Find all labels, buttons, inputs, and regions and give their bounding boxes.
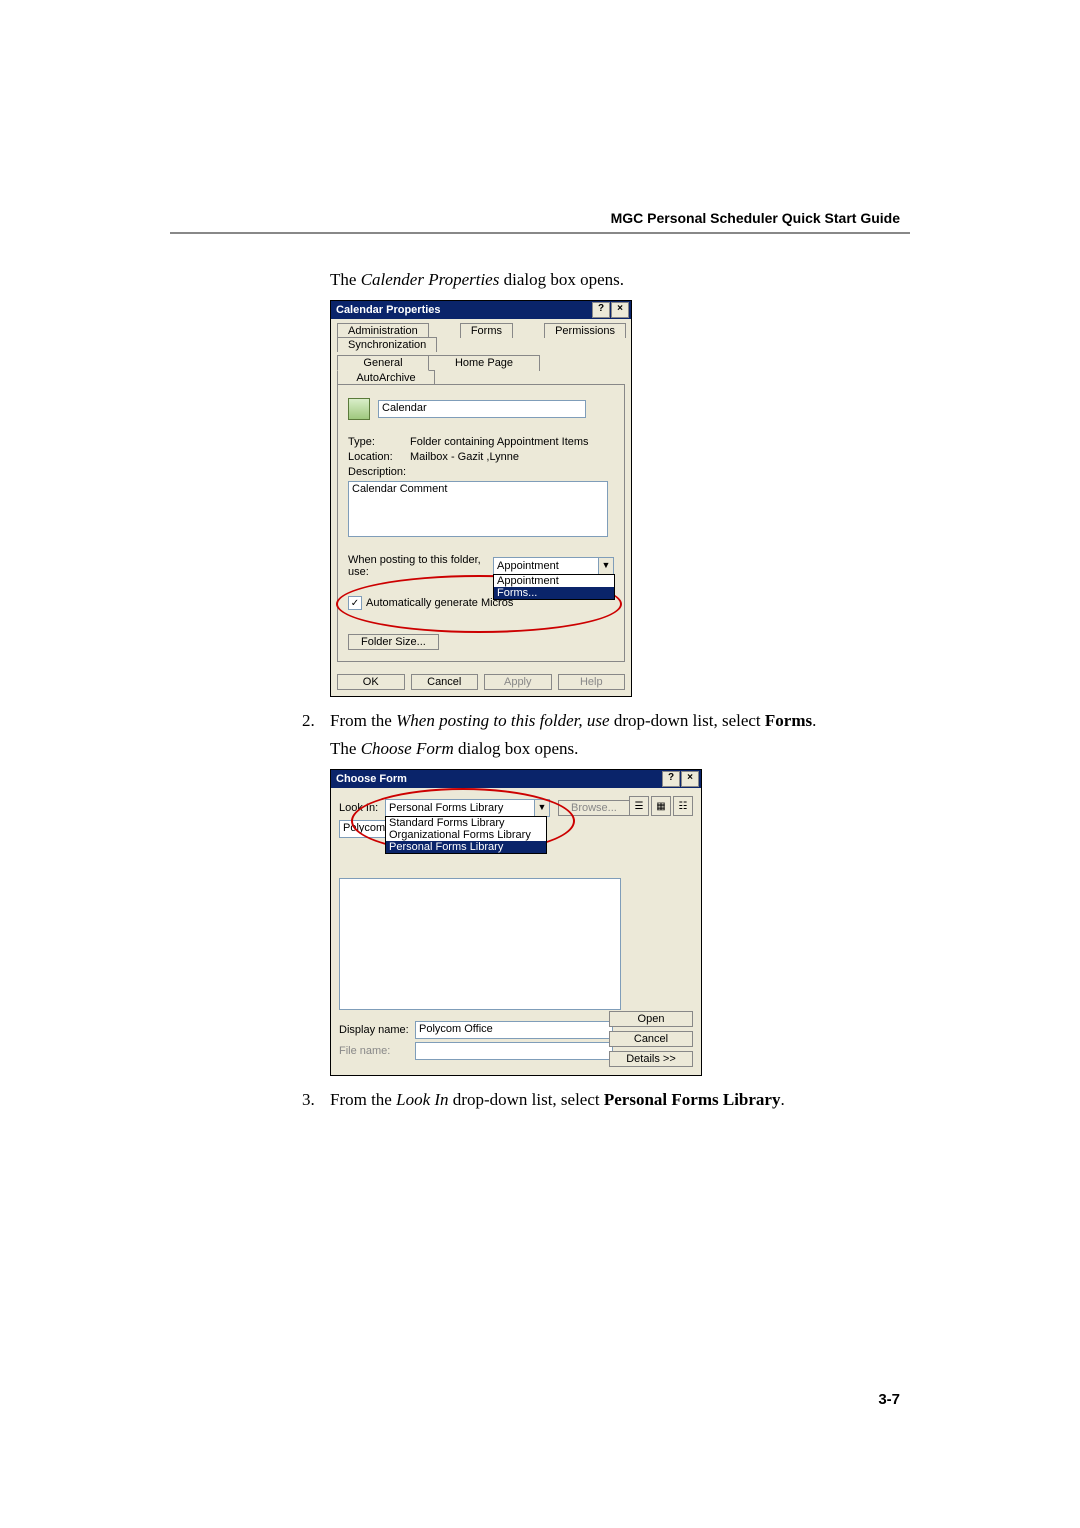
- dialog-titlebar: Calendar Properties ? ×: [331, 301, 631, 319]
- text-bold: Forms: [765, 711, 812, 730]
- location-value: Mailbox - Gazit ,Lynne: [410, 451, 519, 463]
- folder-size-button[interactable]: Folder Size...: [348, 634, 439, 650]
- file-name-input[interactable]: [415, 1042, 613, 1060]
- file-name-label: File name:: [339, 1045, 415, 1057]
- location-label: Location:: [348, 451, 410, 463]
- text-italic: Calender Properties: [361, 270, 500, 289]
- text-italic: Choose Form: [361, 739, 454, 758]
- help-icon[interactable]: ?: [662, 771, 680, 787]
- ok-button[interactable]: OK: [337, 674, 405, 690]
- header-divider: [170, 232, 910, 234]
- step-number: 3.: [302, 1090, 330, 1110]
- tab-administration[interactable]: Administration: [337, 323, 429, 338]
- lookin-label: Look In:: [339, 802, 385, 814]
- close-icon[interactable]: ×: [681, 771, 699, 787]
- text: dialog box opens.: [454, 739, 579, 758]
- text: The: [330, 739, 361, 758]
- tab-synchronization[interactable]: Synchronization: [337, 337, 437, 352]
- doc-header: MGC Personal Scheduler Quick Start Guide: [611, 210, 900, 226]
- cancel-button[interactable]: Cancel: [609, 1031, 693, 1047]
- text: drop-down list, select: [610, 711, 765, 730]
- dialog-button-row: OK Cancel Apply Help: [331, 668, 631, 696]
- display-name-input[interactable]: Polycom Office: [415, 1021, 613, 1039]
- close-icon[interactable]: ×: [611, 302, 629, 318]
- folder-name-input[interactable]: Calendar: [378, 400, 586, 418]
- text-italic: Look In: [396, 1090, 448, 1109]
- lookin-option-standard[interactable]: Standard Forms Library: [386, 817, 546, 829]
- calendar-properties-dialog: Calendar Properties ? × Administration F…: [330, 300, 632, 697]
- posting-option-forms[interactable]: Forms...: [494, 587, 614, 599]
- calendar-icon: [348, 398, 370, 420]
- text: From the: [330, 711, 396, 730]
- type-label: Type:: [348, 436, 410, 448]
- page-number: 3-7: [878, 1391, 900, 1408]
- dialog-title: Calendar Properties: [336, 304, 441, 316]
- description-label: Description:: [348, 466, 410, 478]
- tab-permissions[interactable]: Permissions: [544, 323, 626, 338]
- type-value: Folder containing Appointment Items: [410, 436, 589, 448]
- description-textarea[interactable]: Calendar Comment: [348, 481, 608, 537]
- choose-form-dialog: Choose Form ? × ☰ ▦ ☷ Look In: Personal …: [330, 769, 702, 1076]
- step-number: 2.: [302, 711, 330, 731]
- intro-line-1: The Calender Properties dialog box opens…: [330, 270, 890, 290]
- browse-button[interactable]: Browse...: [558, 800, 630, 816]
- tab-autoarchive[interactable]: AutoArchive: [337, 370, 435, 385]
- chevron-down-icon[interactable]: ▼: [598, 558, 613, 574]
- help-icon[interactable]: ?: [592, 302, 610, 318]
- text-italic: When posting to this folder, use: [396, 711, 609, 730]
- cancel-button[interactable]: Cancel: [411, 674, 479, 690]
- text: .: [812, 711, 816, 730]
- text: drop-down list, select: [449, 1090, 604, 1109]
- intro-line-2: The Choose Form dialog box opens.: [330, 739, 890, 759]
- posting-dropdown[interactable]: Appointment Forms...: [493, 574, 615, 600]
- tab-body-general: Calendar Type: Folder containing Appoint…: [337, 384, 625, 662]
- dialog-titlebar: Choose Form ? ×: [331, 770, 701, 788]
- text: From the: [330, 1090, 396, 1109]
- text: dialog box opens.: [499, 270, 624, 289]
- display-name-label: Display name:: [339, 1024, 415, 1036]
- dialog-title: Choose Form: [336, 773, 407, 785]
- auto-generate-checkbox[interactable]: ✓: [348, 596, 362, 610]
- posting-select[interactable]: Appointment ▼ Appointment Forms...: [493, 557, 614, 575]
- details-button[interactable]: Details >>: [609, 1051, 693, 1067]
- lookin-select-value: Personal Forms Library: [389, 802, 503, 814]
- list-filter-input[interactable]: Polycom: [339, 820, 387, 838]
- tab-home-page[interactable]: Home Page: [428, 355, 540, 371]
- form-listbox[interactable]: [339, 878, 621, 1010]
- lookin-option-personal[interactable]: Personal Forms Library: [386, 841, 546, 853]
- apply-button[interactable]: Apply: [484, 674, 552, 690]
- posting-select-value: Appointment: [497, 560, 559, 572]
- tab-forms[interactable]: Forms: [460, 323, 513, 338]
- open-button[interactable]: Open: [609, 1011, 693, 1027]
- tab-general[interactable]: General: [337, 355, 429, 371]
- step-2: 2.From the When posting to this folder, …: [302, 711, 890, 731]
- lookin-option-organizational[interactable]: Organizational Forms Library: [386, 829, 546, 841]
- lookin-dropdown[interactable]: Standard Forms Library Organizational Fo…: [385, 816, 547, 854]
- text: The: [330, 270, 361, 289]
- step-3: 3.From the Look In drop-down list, selec…: [302, 1090, 890, 1110]
- posting-option-appointment[interactable]: Appointment: [494, 575, 614, 587]
- chevron-down-icon[interactable]: ▼: [534, 800, 549, 816]
- lookin-select[interactable]: Personal Forms Library ▼ Standard Forms …: [385, 799, 550, 817]
- posting-label: When posting to this folder, use:: [348, 554, 493, 578]
- help-button[interactable]: Help: [558, 674, 626, 690]
- auto-generate-label: Automatically generate Micros: [366, 597, 513, 609]
- text: .: [780, 1090, 784, 1109]
- text-bold: Personal Forms Library: [604, 1090, 781, 1109]
